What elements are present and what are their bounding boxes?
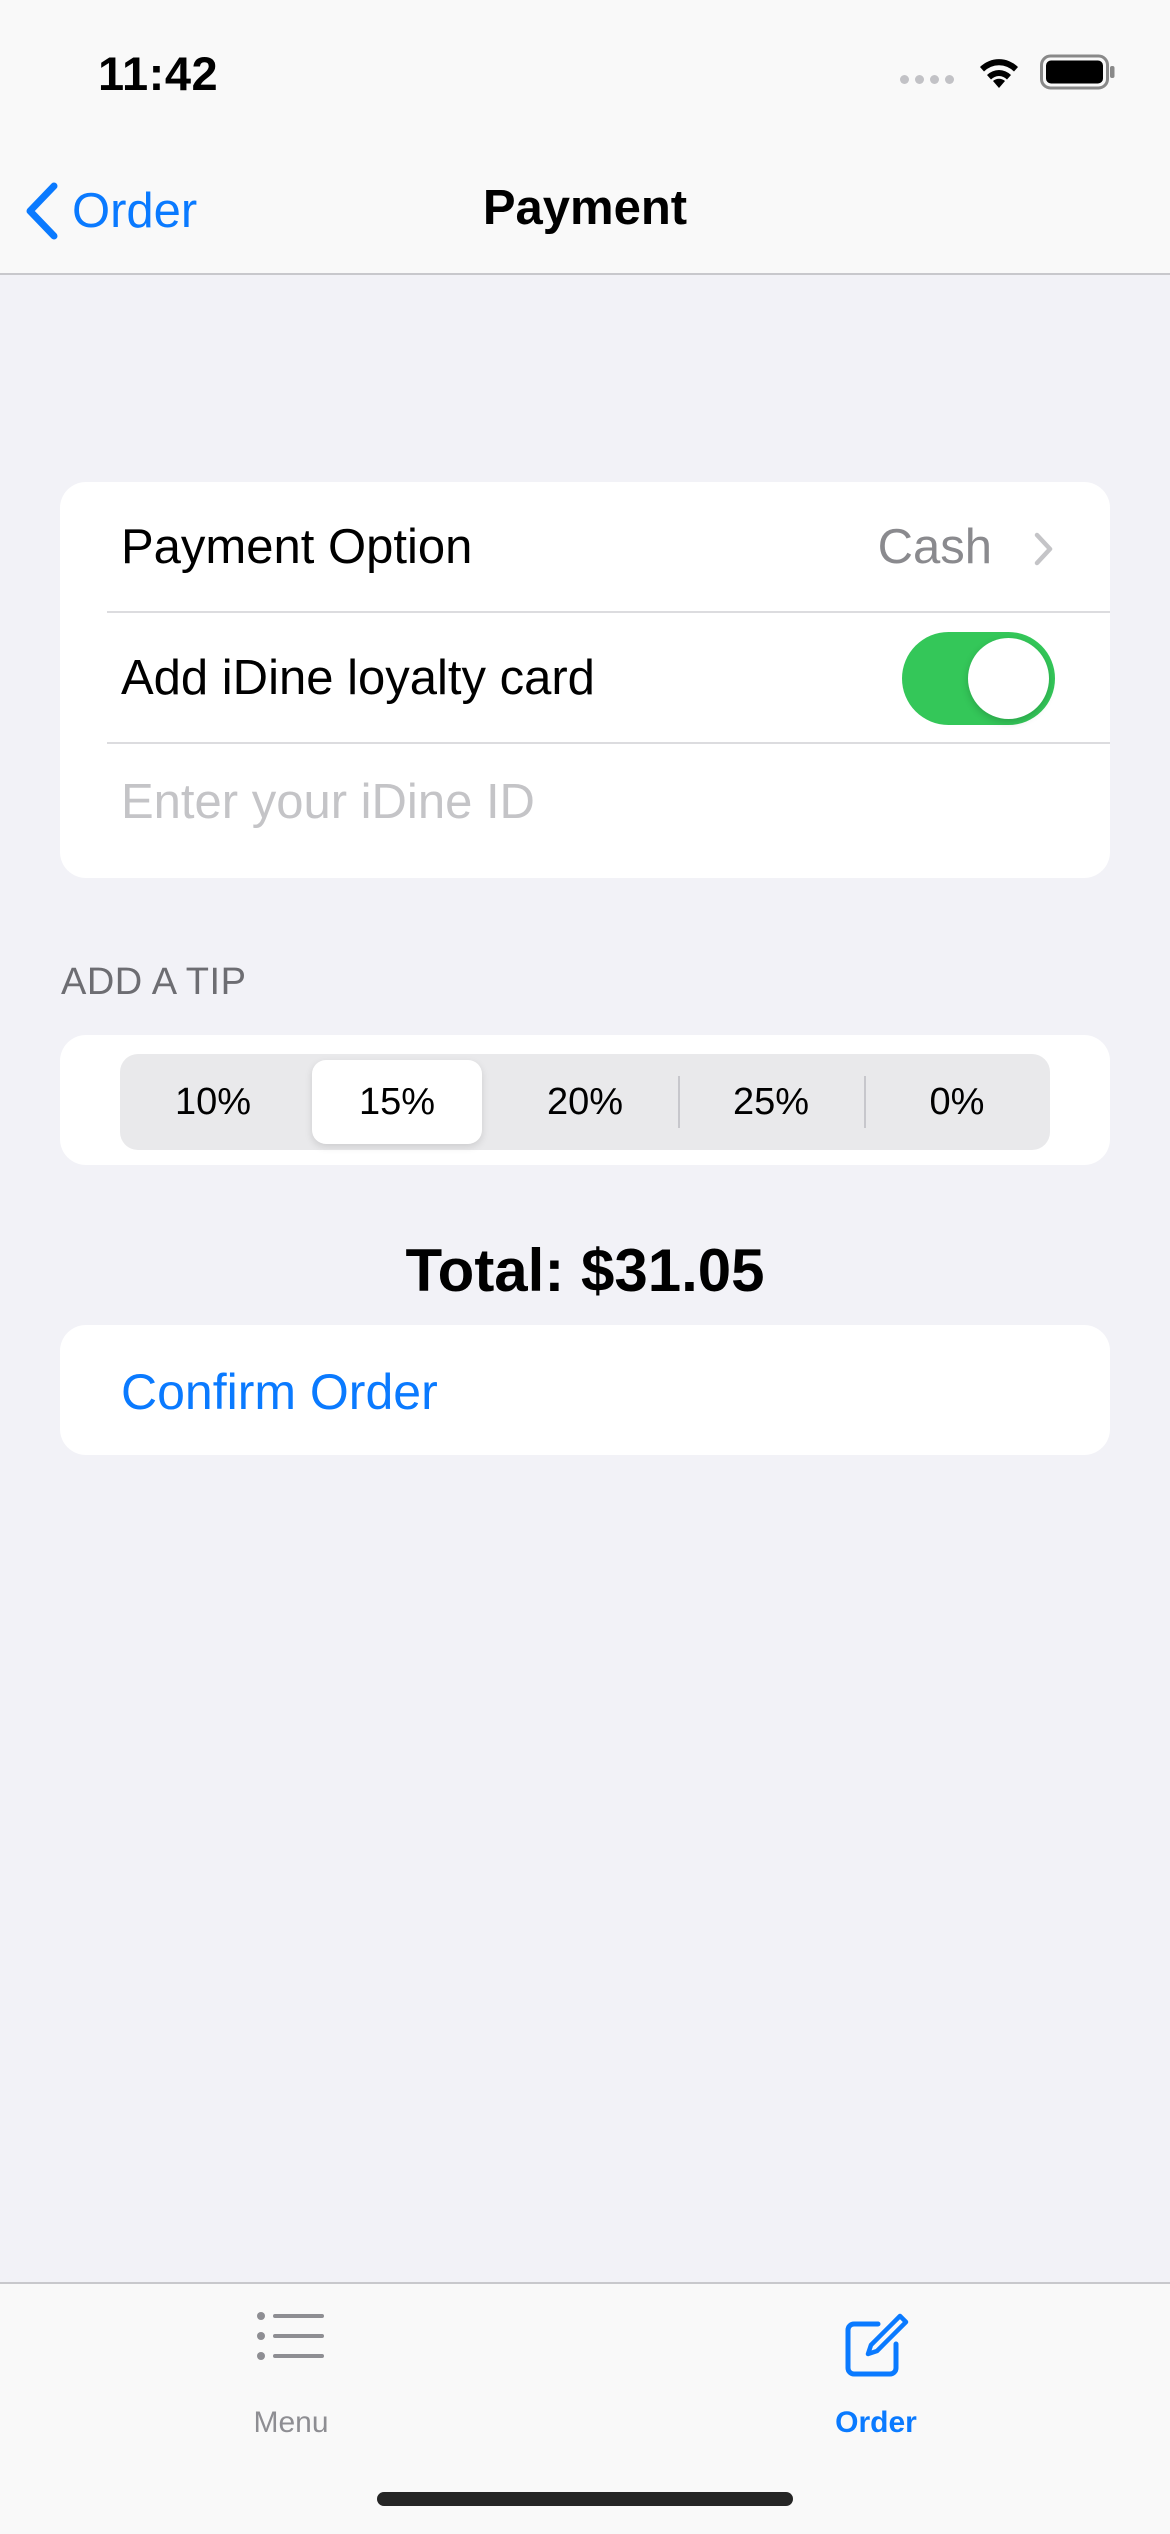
page-title: Payment [482, 181, 688, 235]
navigation-bar: Order Payment [0, 150, 1170, 275]
tab-order[interactable]: Order [726, 2284, 1026, 2454]
list-icon [257, 2312, 324, 2360]
battery-icon [1040, 54, 1115, 90]
loyalty-card-toggle[interactable] [902, 632, 1055, 725]
tip-option-25[interactable]: 25% [678, 1054, 864, 1150]
tip-option-15[interactable]: 15% [312, 1060, 482, 1144]
tip-option-0[interactable]: 0% [864, 1054, 1050, 1150]
payment-option-value: Cash [877, 520, 992, 574]
tip-option-10[interactable]: 10% [120, 1054, 306, 1150]
status-bar: 11:42 [0, 0, 1170, 150]
loyalty-card-label: Add iDine loyalty card [121, 651, 595, 705]
status-indicators [900, 52, 1116, 92]
home-indicator [377, 2492, 793, 2506]
payment-form-section: Payment Option Cash Add iDine loyalty ca… [60, 482, 1110, 878]
wifi-icon [980, 59, 1018, 88]
tip-option-20[interactable]: 20% [492, 1054, 678, 1150]
toggle-knob [968, 638, 1049, 719]
status-time: 11:42 [98, 47, 219, 100]
idine-id-input[interactable] [121, 752, 1051, 852]
square-pencil-icon [845, 2313, 909, 2377]
tip-segmented-control: 10% 15% 20% 25% 0% [120, 1054, 1050, 1150]
row-divider [107, 742, 1110, 744]
tip-section-header: ADD A TIP [61, 961, 247, 1003]
confirm-order-label: Confirm Order [121, 1364, 438, 1420]
order-total: Total: $31.05 [405, 1237, 765, 1304]
tab-menu-label: Menu [253, 2406, 329, 2439]
payment-option-row[interactable]: Payment Option Cash [60, 482, 1110, 613]
tab-menu[interactable]: Menu [141, 2284, 441, 2454]
confirm-order-button[interactable]: Confirm Order [60, 1325, 1110, 1455]
tip-section: 10% 15% 20% 25% 0% [60, 1035, 1110, 1165]
tab-order-label: Order [835, 2406, 917, 2439]
chevron-right-icon [1034, 532, 1053, 566]
cellular-signal-icon [900, 74, 954, 84]
payment-option-label: Payment Option [121, 520, 473, 574]
